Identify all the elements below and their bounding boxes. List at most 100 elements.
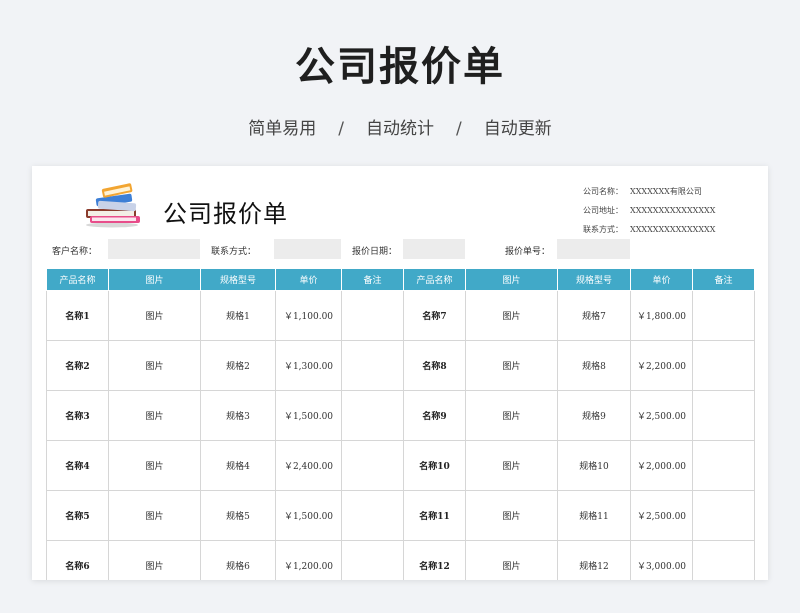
product-spec-cell: 规格2: [200, 340, 276, 391]
product-image-cell: 图片: [108, 340, 201, 391]
product-note-cell: [692, 490, 755, 541]
product-price-cell: ￥1,100.00: [275, 290, 342, 341]
table-header-row: 产品名称 图片 规格型号 单价 备注 产品名称 图片 规格型号 单价 备注: [46, 268, 755, 291]
product-note-cell: [341, 340, 404, 391]
product-name-cell: 名称2: [46, 340, 109, 391]
product-name-cell: 名称10: [403, 440, 466, 491]
product-note-cell: [692, 290, 755, 341]
product-price-cell: ￥3,000.00: [630, 540, 693, 580]
tagline-separator: /: [338, 119, 344, 139]
quote-sheet: 公司报价单 公司名称： XXXXXXX有限公司 公司地址： XXXXXXXXXXXX…: [32, 166, 768, 580]
company-name-label: 公司名称：: [583, 187, 623, 196]
product-spec-cell: 规格11: [557, 490, 631, 541]
col-header-product-name: 产品名称: [403, 268, 466, 291]
hero-tagline: 简单易用 / 自动统计 / 自动更新: [0, 114, 800, 139]
product-spec-cell: 规格10: [557, 440, 631, 491]
product-price-cell: ￥1,500.00: [275, 390, 342, 441]
product-name-cell: 名称3: [46, 390, 109, 441]
quote-number-input[interactable]: [557, 239, 630, 259]
company-name-row: 公司名称： XXXXXXX有限公司: [583, 182, 715, 201]
col-header-note: 备注: [341, 268, 404, 291]
product-price-cell: ￥2,500.00: [630, 490, 693, 541]
table-row: 名称6 图片 规格6 ￥1,200.00 名称12 图片 规格12 ￥3,000…: [46, 540, 755, 580]
col-header-spec: 规格型号: [200, 268, 276, 291]
product-spec-cell: 规格9: [557, 390, 631, 441]
col-header-product-name: 产品名称: [46, 268, 109, 291]
product-spec-cell: 规格3: [200, 390, 276, 441]
quote-date-input[interactable]: [403, 239, 465, 259]
table-row: 名称5 图片 规格5 ￥1,500.00 名称11 图片 规格11 ￥2,500…: [46, 490, 755, 541]
company-address-value: XXXXXXXXXXXXXXX: [630, 206, 716, 215]
table-row: 名称2 图片 规格2 ￥1,300.00 名称8 图片 规格8 ￥2,200.0…: [46, 340, 755, 391]
product-image-cell: 图片: [465, 540, 558, 580]
table-row: 名称4 图片 规格4 ￥2,400.00 名称10 图片 规格10 ￥2,000…: [46, 440, 755, 491]
product-note-cell: [692, 440, 755, 491]
col-header-image: 图片: [108, 268, 201, 291]
product-image-cell: 图片: [465, 440, 558, 491]
product-note-cell: [692, 540, 755, 580]
product-spec-cell: 规格5: [200, 490, 276, 541]
product-name-cell: 名称7: [403, 290, 466, 341]
product-price-cell: ￥2,500.00: [630, 390, 693, 441]
tagline-separator: /: [456, 119, 462, 139]
product-image-cell: 图片: [465, 290, 558, 341]
product-price-cell: ￥2,200.00: [630, 340, 693, 391]
document-title: 公司报价单: [163, 200, 288, 228]
contact-label: 联系方式：: [211, 247, 257, 257]
product-spec-cell: 规格4: [200, 440, 276, 491]
product-spec-cell: 规格7: [557, 290, 631, 341]
company-contact-label: 联系方式：: [583, 225, 623, 234]
customer-label: 客户名称：: [52, 247, 98, 257]
product-image-cell: 图片: [465, 490, 558, 541]
product-image-cell: 图片: [108, 440, 201, 491]
stack-of-books-icon: [86, 183, 140, 228]
product-price-cell: ￥1,300.00: [275, 340, 342, 391]
product-name-cell: 名称8: [403, 340, 466, 391]
product-name-cell: 名称9: [403, 390, 466, 441]
product-image-cell: 图片: [108, 390, 201, 441]
col-header-spec: 规格型号: [557, 268, 631, 291]
product-note-cell: [341, 490, 404, 541]
quote-meta-row: 客户名称： 联系方式： 报价日期： 报价单号：: [32, 239, 768, 261]
company-info: 公司名称： XXXXXXX有限公司 公司地址： XXXXXXXXXXXXXXX 联系…: [583, 182, 715, 239]
product-spec-cell: 规格1: [200, 290, 276, 341]
product-image-cell: 图片: [465, 390, 558, 441]
product-note-cell: [341, 440, 404, 491]
product-name-cell: 名称12: [403, 540, 466, 580]
quote-table: 产品名称 图片 规格型号 单价 备注 产品名称 图片 规格型号 单价 备注 名称…: [46, 268, 755, 580]
table-row: 名称3 图片 规格3 ￥1,500.00 名称9 图片 规格9 ￥2,500.0…: [46, 390, 755, 441]
tagline-item: 自动更新: [483, 119, 552, 139]
product-image-cell: 图片: [465, 340, 558, 391]
product-note-cell: [341, 290, 404, 341]
product-spec-cell: 规格12: [557, 540, 631, 580]
contact-input[interactable]: [274, 239, 341, 259]
product-image-cell: 图片: [108, 490, 201, 541]
company-contact-row: 联系方式： XXXXXXXXXXXXXXX: [583, 220, 715, 239]
product-name-cell: 名称6: [46, 540, 109, 580]
product-name-cell: 名称1: [46, 290, 109, 341]
tagline-item: 自动统计: [366, 119, 434, 139]
product-price-cell: ￥2,400.00: [275, 440, 342, 491]
col-header-note: 备注: [692, 268, 755, 291]
company-address-label: 公司地址：: [583, 206, 623, 215]
col-header-price: 单价: [630, 268, 693, 291]
tagline-item: 简单易用: [248, 119, 317, 139]
product-name-cell: 名称4: [46, 440, 109, 491]
product-note-cell: [692, 390, 755, 441]
table-row: 名称1 图片 规格1 ￥1,100.00 名称7 图片 规格7 ￥1,800.0…: [46, 290, 755, 341]
company-address-row: 公司地址： XXXXXXXXXXXXXXX: [583, 201, 715, 220]
company-name-value: XXXXXXX有限公司: [630, 187, 702, 196]
hero-title: 公司报价单: [295, 44, 505, 90]
product-price-cell: ￥2,000.00: [630, 440, 693, 491]
company-contact-value: XXXXXXXXXXXXXXX: [630, 225, 716, 234]
product-image-cell: 图片: [108, 290, 201, 341]
quote-date-label: 报价日期：: [352, 247, 398, 257]
product-image-cell: 图片: [108, 540, 201, 580]
customer-input[interactable]: [108, 239, 200, 259]
col-header-price: 单价: [275, 268, 342, 291]
product-spec-cell: 规格8: [557, 340, 631, 391]
product-spec-cell: 规格6: [200, 540, 276, 580]
product-price-cell: ￥1,200.00: [275, 540, 342, 580]
quote-number-label: 报价单号：: [505, 247, 551, 257]
col-header-image: 图片: [465, 268, 558, 291]
